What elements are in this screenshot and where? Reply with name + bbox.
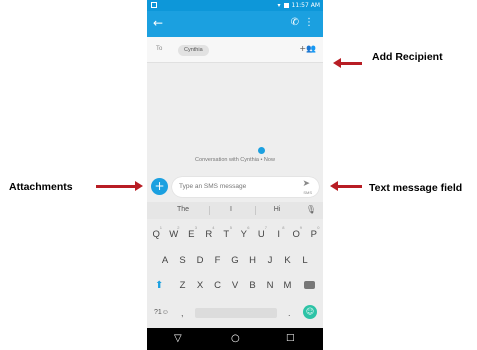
key[interactable]: V bbox=[226, 280, 244, 291]
attachments-button[interactable]: + bbox=[151, 178, 168, 195]
key[interactable]: X bbox=[191, 280, 209, 291]
key[interactable]: O9 bbox=[288, 225, 306, 240]
key-row-1: Q1 W2 E3 R4 T5 Y6 U7 I8 O9 P0 bbox=[147, 225, 323, 240]
key[interactable]: Q1 bbox=[148, 225, 166, 240]
arrow-add-recipient bbox=[333, 58, 362, 68]
divider bbox=[255, 206, 256, 215]
key[interactable]: A bbox=[156, 255, 174, 266]
key[interactable]: U7 bbox=[253, 225, 271, 240]
key[interactable]: L bbox=[296, 255, 314, 266]
period-key[interactable]: . bbox=[288, 308, 291, 318]
key-row-3: Z X C V B N M bbox=[147, 280, 323, 291]
suggestion[interactable]: I bbox=[211, 206, 251, 213]
app-bar: ← ✆ ⋮ bbox=[147, 11, 323, 37]
conversation-notice: Conversation with Cynthia • Now bbox=[195, 157, 275, 163]
message-placeholder: Type an SMS message bbox=[179, 183, 247, 190]
key[interactable]: J bbox=[261, 255, 279, 266]
divider bbox=[209, 206, 210, 215]
image-notification-icon bbox=[151, 2, 157, 8]
key[interactable]: M bbox=[279, 280, 297, 291]
key[interactable]: G bbox=[226, 255, 244, 266]
back-nav-icon[interactable]: ▽ bbox=[174, 333, 182, 344]
key[interactable]: K bbox=[279, 255, 297, 266]
arrow-left-icon[interactable]: ← bbox=[153, 16, 163, 30]
send-icon[interactable]: ➤ bbox=[302, 179, 310, 189]
battery-icon bbox=[283, 3, 289, 8]
keyboard: The I Hi 🎙 Q1 W2 E3 R4 T5 Y6 U7 I8 O9 P0… bbox=[147, 202, 323, 330]
text-field-annotation: Text message field bbox=[369, 182, 463, 194]
key[interactable]: S bbox=[174, 255, 192, 266]
suggestion-strip: The I Hi 🎙 bbox=[147, 202, 323, 219]
key-row-2: A S D F G H J K L bbox=[147, 255, 323, 266]
recipient-row: To Cynthia +👥 bbox=[147, 37, 323, 63]
space-key[interactable] bbox=[195, 308, 277, 318]
arrow-text-field bbox=[330, 181, 362, 191]
suggestion[interactable]: The bbox=[163, 206, 203, 213]
wifi-icon: ▾ bbox=[277, 2, 281, 9]
recipient-chip[interactable]: Cynthia bbox=[178, 45, 209, 56]
to-label: To bbox=[156, 46, 163, 52]
home-nav-icon[interactable]: ○ bbox=[231, 333, 240, 344]
key[interactable]: C bbox=[209, 280, 227, 291]
symbols-key[interactable]: ?1☺ bbox=[154, 309, 169, 316]
key[interactable]: R4 bbox=[200, 225, 218, 240]
text-message-field[interactable]: Type an SMS message ➤ SMS bbox=[172, 177, 319, 197]
status-right: ▾ 11:57 AM bbox=[278, 2, 321, 9]
key[interactable]: B bbox=[244, 280, 262, 291]
key-row-bottom: ?1☺ , . ☺ bbox=[147, 302, 323, 326]
key[interactable]: N bbox=[261, 280, 279, 291]
key[interactable]: I8 bbox=[270, 225, 288, 240]
mic-icon[interactable]: 🎙 bbox=[306, 205, 316, 214]
key[interactable]: D bbox=[191, 255, 209, 266]
suggestion[interactable]: Hi bbox=[257, 206, 297, 213]
key[interactable]: T5 bbox=[218, 225, 236, 240]
composer: + Type an SMS message ➤ SMS bbox=[147, 173, 323, 200]
add-person-icon[interactable]: +👥 bbox=[299, 44, 316, 53]
conversation-dot-icon bbox=[258, 147, 265, 154]
key[interactable]: Y6 bbox=[235, 225, 253, 240]
emoji-icon[interactable]: ☺ bbox=[303, 305, 317, 319]
key[interactable]: H bbox=[244, 255, 262, 266]
status-bar: ▾ 11:57 AM bbox=[147, 0, 323, 11]
key[interactable]: E3 bbox=[183, 225, 201, 240]
recents-nav-icon[interactable]: □ bbox=[286, 333, 295, 343]
key[interactable]: Z bbox=[174, 280, 192, 291]
send-sms-label: SMS bbox=[303, 190, 312, 195]
nav-bar: ▽ ○ □ bbox=[147, 328, 323, 350]
key[interactable]: F bbox=[209, 255, 227, 266]
key[interactable]: P0 bbox=[305, 225, 323, 240]
clock: 11:57 AM bbox=[291, 2, 320, 9]
more-vert-icon[interactable]: ⋮ bbox=[304, 17, 314, 28]
add-recipient-annotation: Add Recipient bbox=[372, 51, 443, 63]
attachments-annotation: Attachments bbox=[9, 181, 73, 193]
phone-icon[interactable]: ✆ bbox=[291, 17, 299, 28]
phone-screen: ▾ 11:57 AM ← ✆ ⋮ To Cynthia +👥 Conversat… bbox=[147, 0, 323, 350]
comma-key[interactable]: , bbox=[181, 308, 184, 318]
arrow-attachments bbox=[96, 181, 143, 191]
backspace-icon[interactable] bbox=[304, 281, 315, 289]
key[interactable]: W2 bbox=[165, 225, 183, 240]
